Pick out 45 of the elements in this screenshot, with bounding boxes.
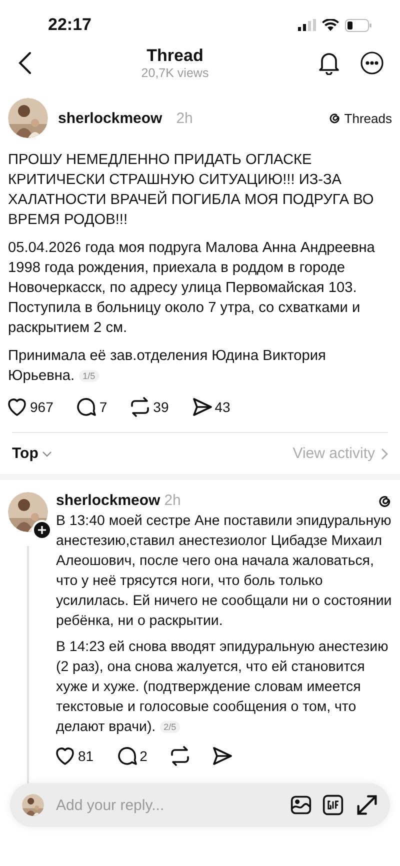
gif-icon[interactable]: [322, 794, 344, 816]
reply-bar[interactable]: Add your reply...: [10, 783, 390, 827]
view-count: 20,7K views: [141, 66, 209, 80]
signal-icon: [298, 19, 316, 31]
threads-logo-icon: [327, 111, 342, 125]
reply-text: В 13:40 моей сестре Ане поставили эпидуральную анестезию,ставил анестезиолог Цибадзе Михаил Алеошович, после чего она начала жаловаться, что у неё трясутся ноги, что боль только усилилась. Ей ничего не сообщали ни о состоянии ребёнка, ни о раскрытии.: [56, 512, 392, 631]
username[interactable]: sherlockmeow: [56, 492, 160, 509]
post-text: Принимала её зав.отделения Юдина Виктория Юрьевна. 1/5: [8, 347, 327, 386]
wifi-icon: [322, 19, 339, 31]
like-button[interactable]: 967: [8, 398, 54, 416]
heart-icon: [8, 398, 26, 416]
expand-icon[interactable]: [354, 792, 380, 818]
repost-icon: [131, 398, 150, 416]
back-button[interactable]: [18, 51, 32, 75]
username[interactable]: sherlockmeow: [58, 110, 162, 126]
share-button[interactable]: [213, 747, 232, 765]
speech-bubble-icon: [77, 398, 96, 416]
more-button[interactable]: [360, 51, 384, 75]
speech-bubble-icon: [118, 747, 136, 765]
repost-icon: [171, 747, 190, 765]
repost-button[interactable]: 39: [131, 398, 169, 416]
post-time: 2h: [176, 110, 193, 126]
follow-icon[interactable]: [32, 520, 52, 540]
post-text: 05.04.2026 года моя подруга Малова Анна Андреевна 1998 года рождения, приехала в роддом в городе Новочеркасск, по адресу улица Первомайская 103. Поступила в больницу около 7 утра, со схватками и раскрытием 2 см.: [8, 239, 376, 338]
page-title: Thread: [146, 46, 204, 66]
like-button[interactable]: 81: [56, 747, 94, 765]
share-button[interactable]: 43: [192, 398, 230, 416]
comment-button[interactable]: 7: [77, 398, 108, 416]
comment-button[interactable]: 2: [118, 747, 148, 765]
status-time: 22:17: [48, 15, 92, 35]
send-icon: [192, 398, 211, 416]
chevron-down-icon: [42, 450, 52, 456]
sort-dropdown[interactable]: Top: [12, 445, 52, 462]
repost-button[interactable]: [171, 747, 190, 765]
image-icon[interactable]: [290, 794, 312, 816]
chevron-right-icon: [381, 448, 388, 460]
bell-button[interactable]: [318, 51, 340, 75]
post-time: 2h: [164, 492, 181, 509]
send-icon: [213, 747, 232, 765]
post-text: ПРОШУ НЕМЕДЛЕННО ПРИДАТЬ ОГЛАСКЕ КРИТИЧЕСКИ СТРАШНУЮ СИТУАЦИЮ!!! ИЗ-ЗА ХАЛАТНОСТИ ВРАЧЕЙ ПОГИБЛА МОЯ ПОДРУГА ВО ВРЕМЯ РОДОВ!!!: [8, 151, 375, 230]
reply-field[interactable]: Add your reply...: [54, 796, 280, 814]
heart-icon: [56, 747, 74, 765]
source-label: Threads: [344, 110, 392, 126]
reply-text: В 14:23 ей снова вводят эпидуральную анестезию (2 раз), она снова жалуется, что ей становится хуже и хуже. (подтверждение словам имеется текстовые и голосовые сообщения о том, что делают врачи). 2/5: [56, 638, 390, 737]
battery-icon: [345, 18, 372, 32]
